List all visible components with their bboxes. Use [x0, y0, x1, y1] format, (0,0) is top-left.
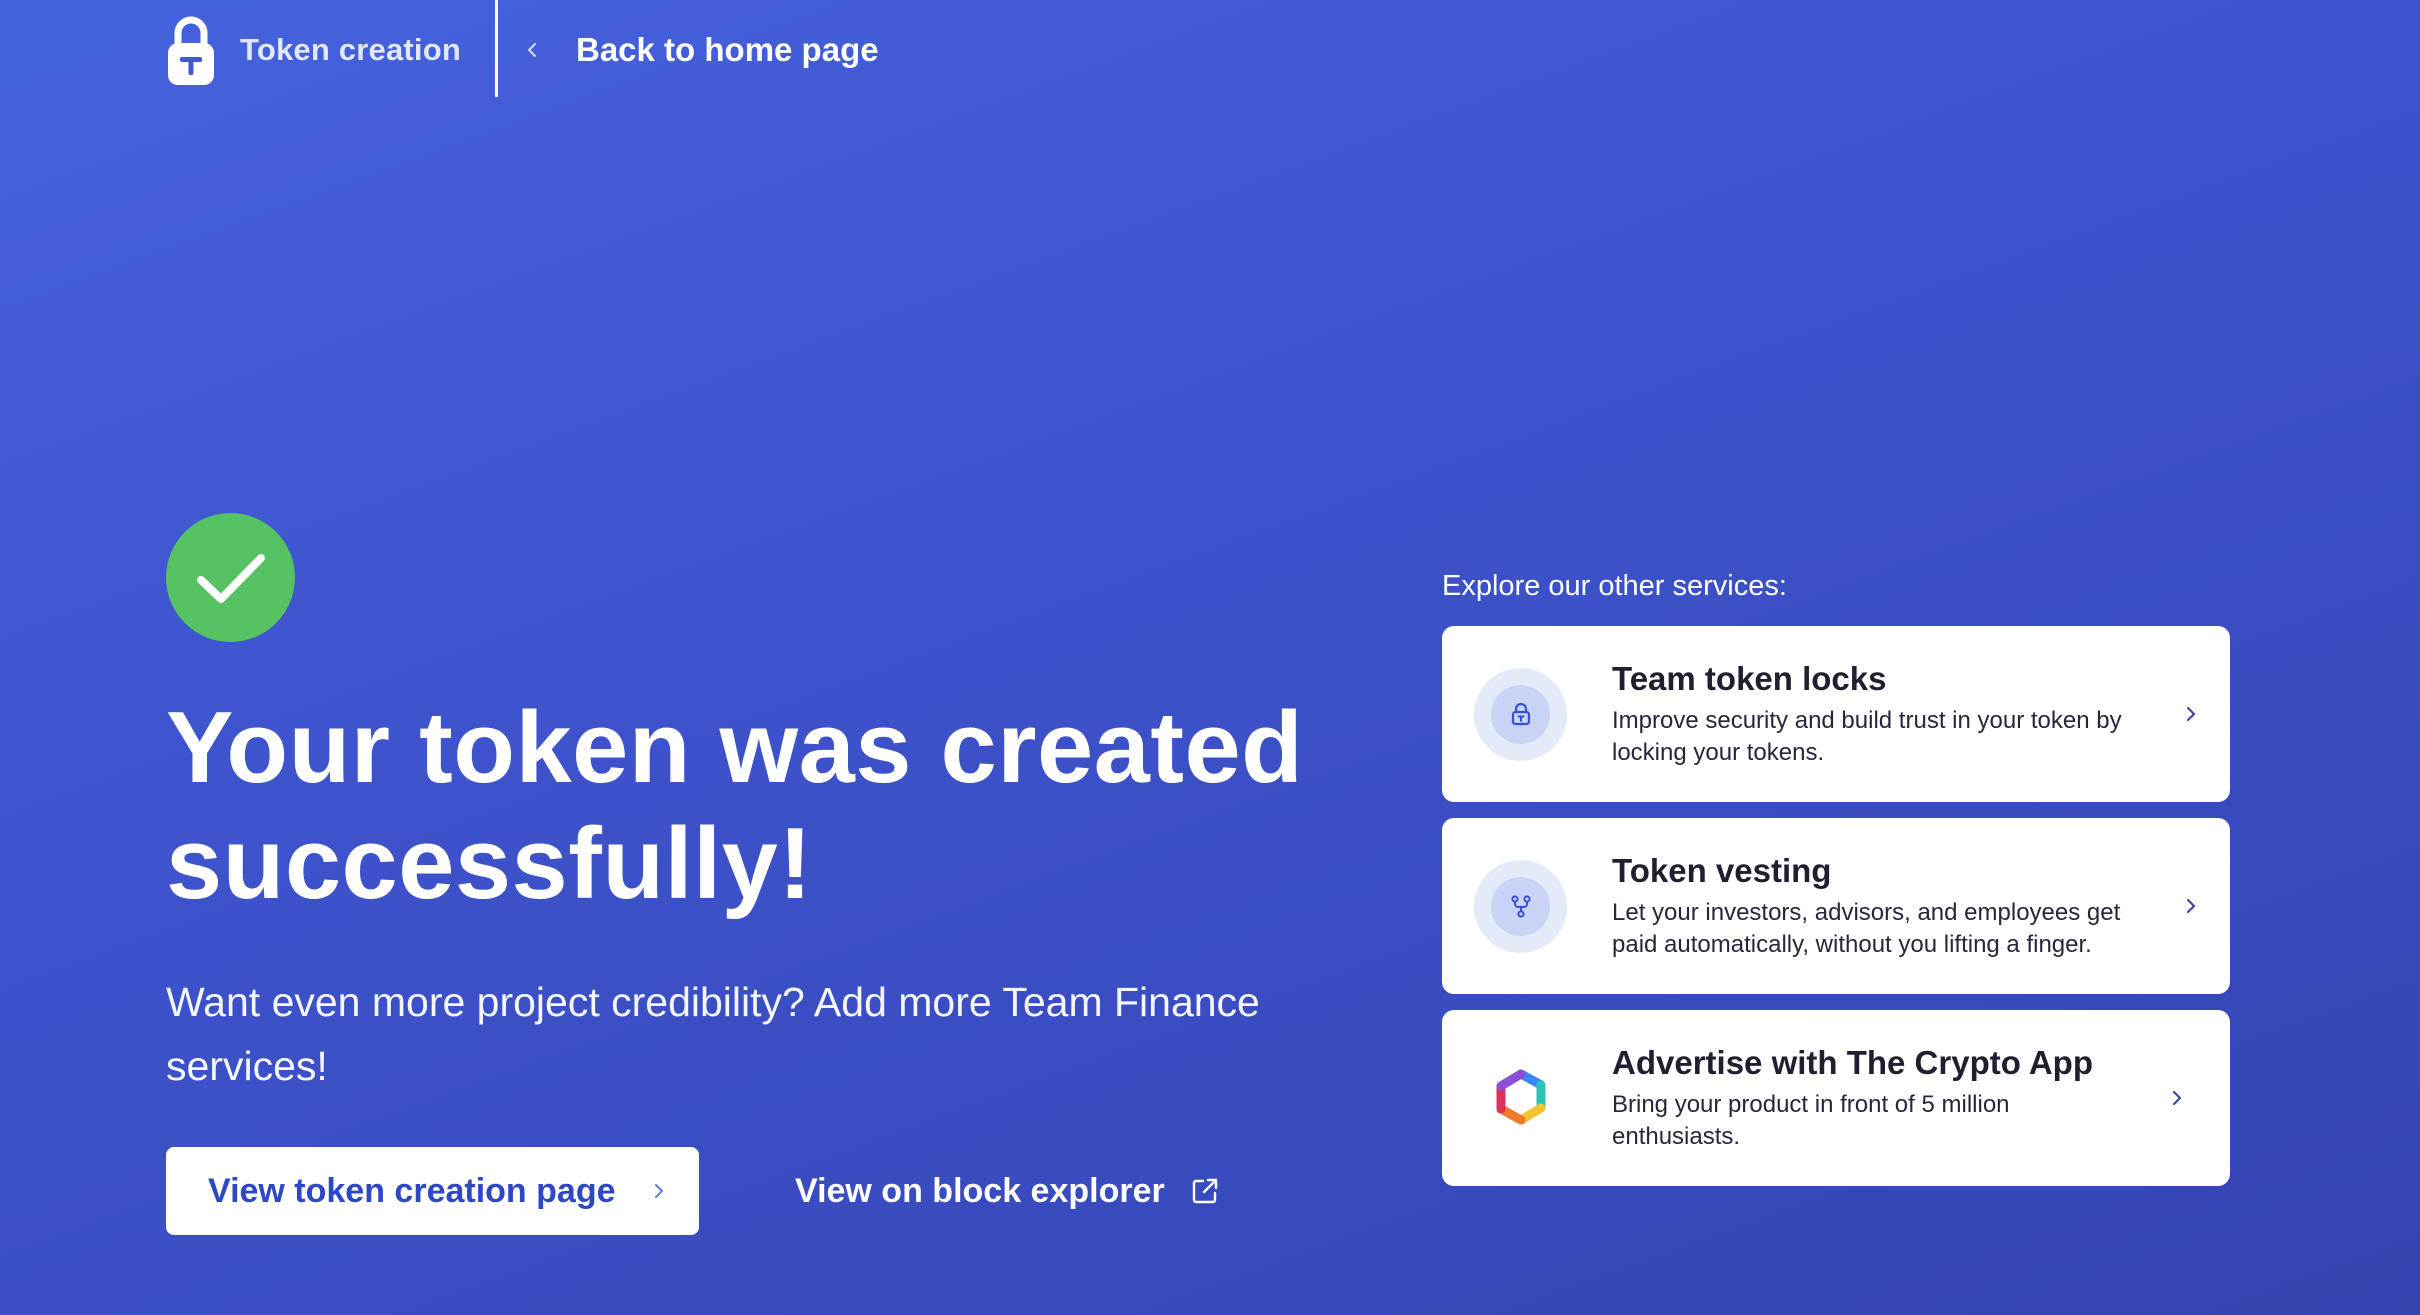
services-panel: Explore our other services: Team token l…: [1442, 566, 2230, 1202]
crypto-app-logo-icon: [1496, 1069, 1545, 1125]
cta-row: View token creation page View on block e…: [166, 1147, 1219, 1235]
secondary-link-label: View on block explorer: [795, 1171, 1165, 1210]
service-card-advertise-crypto-app[interactable]: Advertise with The Crypto App Bring your…: [1442, 1010, 2230, 1186]
service-card-team-token-locks[interactable]: Team token locks Improve security and bu…: [1442, 626, 2230, 802]
view-token-creation-page-button[interactable]: View token creation page: [166, 1147, 699, 1235]
service-card-token-vesting[interactable]: Token vesting Let your investors, adviso…: [1442, 818, 2230, 994]
back-link-label: Back to home page: [576, 31, 879, 68]
padlock-logo-icon: [168, 16, 214, 85]
chevron-right-icon: [654, 1183, 663, 1199]
lock-icon: [1511, 702, 1530, 726]
service-icon-circle: [1474, 667, 1567, 761]
external-link-icon: [1192, 1178, 1217, 1204]
service-title: Token vesting: [1612, 852, 1832, 889]
header: Token creation Back to home page: [166, 0, 879, 100]
service-title: Team token locks: [1612, 660, 1887, 697]
chevron-right-icon: [2186, 898, 2196, 914]
page-subtitle: Want even more project credibility? Add …: [166, 979, 1260, 1089]
service-icon-circle: [1474, 859, 1567, 953]
header-divider: [495, 0, 498, 97]
service-title: Advertise with The Crypto App: [1612, 1044, 2093, 1081]
services-heading: Explore our other services:: [1442, 570, 1787, 602]
primary-button-label: View token creation page: [208, 1171, 616, 1210]
service-description: Improve security and build trust in your…: [1612, 707, 2122, 766]
brand-name: Token creation: [240, 32, 461, 67]
chevron-right-icon: [2172, 1090, 2182, 1106]
service-description: Bring your product in front of 5 million…: [1612, 1091, 2010, 1150]
back-to-home-link[interactable]: Back to home page: [524, 31, 879, 69]
chevron-right-icon: [2186, 706, 2196, 722]
chevron-left-icon: [528, 43, 536, 57]
service-description: Let your investors, advisors, and employ…: [1612, 899, 2121, 958]
page-title: Your token was created successfully!: [166, 692, 1304, 920]
brand[interactable]: Token creation: [166, 0, 461, 100]
view-on-block-explorer-link[interactable]: View on block explorer: [795, 1172, 1219, 1211]
success-check-badge: [166, 513, 295, 642]
checkmark-icon: [196, 553, 265, 603]
crypto-app-logo: [1474, 1052, 1567, 1145]
vesting-branch-icon: [1510, 895, 1531, 918]
